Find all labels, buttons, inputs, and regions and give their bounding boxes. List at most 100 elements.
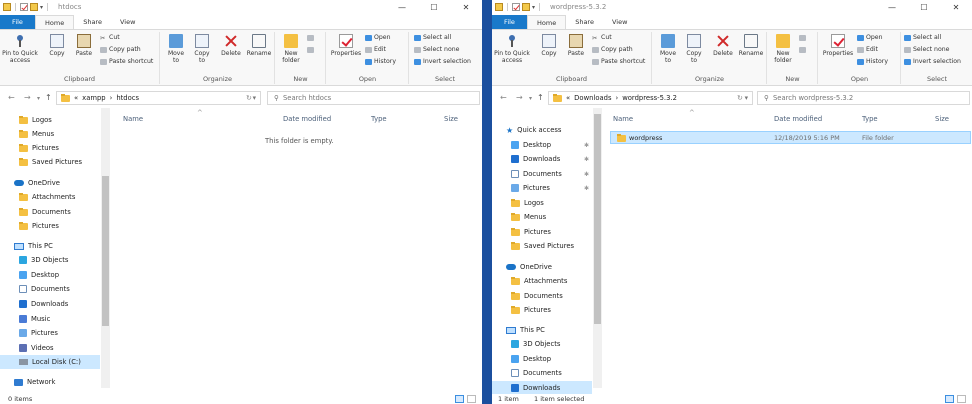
cut-button[interactable]: ✂ Cut [592, 34, 612, 42]
properties-qat-icon[interactable] [20, 3, 28, 11]
copy-button[interactable]: Copy [46, 34, 68, 57]
nav-item-onedrive[interactable]: OneDrive [0, 176, 100, 190]
nav-item-this-pc[interactable]: This PC [492, 323, 592, 337]
breadcrumb-separator[interactable]: › [616, 94, 619, 102]
nav-item-onedrive[interactable]: OneDrive [492, 260, 592, 274]
up-arrow-icon[interactable]: ↑ [537, 93, 544, 102]
nav-item-attachments[interactable]: Attachments [492, 274, 592, 288]
file-row[interactable]: wordpress 12/18/2019 5:16 PM File folder [610, 131, 971, 144]
nav-item-3d-objects[interactable]: 3D Objects [0, 253, 100, 267]
breadcrumb-htdocs[interactable]: htdocs [116, 94, 139, 102]
pin-quick-access-button[interactable]: Pin to Quick access [2, 34, 38, 64]
rename-button[interactable]: Rename [737, 34, 765, 57]
qat-dropdown-icon[interactable]: ▾ [532, 4, 535, 11]
paste-shortcut-button[interactable]: Paste shortcut [100, 58, 153, 66]
scrollbar-thumb[interactable] [102, 176, 109, 326]
refresh-icon[interactable]: ↻ [737, 94, 743, 102]
nav-item-onedrive-documents[interactable]: Documents [492, 289, 592, 303]
select-all-button[interactable]: Select all [904, 34, 941, 42]
nav-scrollbar[interactable] [593, 108, 602, 388]
tab-home[interactable]: Home [527, 15, 567, 29]
address-overflow[interactable]: « [74, 94, 78, 102]
details-view-icon[interactable] [945, 395, 954, 403]
nav-item-network[interactable]: Network [0, 375, 100, 389]
nav-item-saved-pictures[interactable]: Saved Pictures [0, 155, 100, 169]
copy-to-button[interactable]: Copy to [683, 34, 705, 64]
delete-button[interactable]: Delete [711, 34, 735, 57]
select-none-button[interactable]: Select none [414, 46, 460, 54]
copy-path-button[interactable]: Copy path [100, 46, 141, 54]
details-view-icon[interactable] [455, 395, 464, 403]
nav-item-documents[interactable]: Documents [0, 205, 100, 219]
breadcrumb-xampp[interactable]: xampp [82, 94, 105, 102]
nav-item-pc-desktop[interactable]: Desktop [492, 352, 592, 366]
column-type[interactable]: Type [371, 115, 387, 123]
forward-arrow-icon[interactable]: → [24, 93, 31, 102]
address-input[interactable]: « xampp › htdocs ▾ [56, 91, 261, 105]
tab-file[interactable]: File [0, 15, 35, 29]
nav-item-pc-pictures[interactable]: Pictures [0, 326, 100, 340]
nav-item-this-pc[interactable]: This PC [0, 239, 100, 253]
qat-dropdown-icon[interactable]: ▾ [40, 4, 43, 11]
copy-button[interactable]: Copy [538, 34, 560, 57]
nav-scrollbar[interactable] [101, 108, 110, 388]
open-button[interactable]: Open [857, 34, 883, 42]
copy-path-button[interactable]: Copy path [592, 46, 633, 54]
select-none-button[interactable]: Select none [904, 46, 950, 54]
move-to-button[interactable]: Move to [657, 34, 679, 64]
up-arrow-icon[interactable]: ↑ [45, 93, 52, 102]
nav-item-pc-documents[interactable]: Documents [0, 282, 100, 296]
maximize-button[interactable]: ☐ [418, 3, 450, 12]
address-overflow[interactable]: « [566, 94, 570, 102]
column-type[interactable]: Type [862, 115, 878, 123]
new-item-button[interactable] [799, 35, 806, 41]
new-folder-button[interactable]: New folder [278, 34, 304, 64]
history-button[interactable]: History [857, 58, 888, 66]
invert-selection-button[interactable]: Invert selection [904, 58, 961, 66]
tab-view[interactable]: View [603, 15, 636, 29]
tab-share[interactable]: Share [74, 15, 111, 29]
tab-share[interactable]: Share [566, 15, 603, 29]
paste-button[interactable]: Paste [72, 34, 96, 57]
cut-button[interactable]: ✂ Cut [100, 34, 120, 42]
new-folder-qat-icon[interactable] [522, 3, 530, 11]
nav-item-menus[interactable]: Menus [0, 127, 100, 141]
nav-item-logos[interactable]: Logos [0, 113, 100, 127]
nav-item-downloads[interactable]: Downloads [0, 297, 100, 311]
edit-button[interactable]: Edit [857, 46, 878, 54]
new-folder-button[interactable]: New folder [770, 34, 796, 64]
nav-item-pc-downloads[interactable]: Downloads [492, 381, 592, 394]
nav-item-saved-pictures[interactable]: Saved Pictures [492, 239, 592, 253]
forward-arrow-icon[interactable]: → [516, 93, 523, 102]
back-arrow-icon[interactable]: ← [8, 93, 15, 102]
nav-item-downloads[interactable]: Downloads ✱ [492, 152, 592, 166]
column-name[interactable]: Name [613, 115, 633, 123]
nav-item-folder-pictures[interactable]: Pictures [492, 225, 592, 239]
paste-button[interactable]: Paste [564, 34, 588, 57]
paste-shortcut-button[interactable]: Paste shortcut [592, 58, 645, 66]
nav-item-pictures[interactable]: Pictures ✱ [492, 181, 592, 195]
nav-item-onedrive-pictures[interactable]: Pictures [492, 303, 592, 317]
recent-dropdown-icon[interactable]: ▾ [37, 95, 40, 102]
breadcrumb-separator[interactable]: › [110, 94, 113, 102]
minimize-button[interactable]: — [876, 3, 908, 12]
recent-dropdown-icon[interactable]: ▾ [529, 95, 532, 102]
nav-item-attachments[interactable]: Attachments [0, 190, 100, 204]
tab-file[interactable]: File [492, 15, 527, 29]
invert-selection-button[interactable]: Invert selection [414, 58, 471, 66]
column-size[interactable]: Size [444, 115, 458, 123]
nav-item-3d-objects[interactable]: 3D Objects [492, 337, 592, 351]
nav-item-documents[interactable]: Documents ✱ [492, 167, 592, 181]
address-dropdown-icon[interactable]: ▾ [253, 94, 256, 102]
nav-item-pictures[interactable]: Pictures [0, 141, 100, 155]
delete-button[interactable]: Delete [219, 34, 243, 57]
history-button[interactable]: History [365, 58, 396, 66]
nav-item-quick-access[interactable]: ★ Quick access [492, 123, 592, 137]
maximize-button[interactable]: ☐ [908, 3, 940, 12]
column-name[interactable]: Name [123, 115, 143, 123]
open-button[interactable]: Open [365, 34, 391, 42]
nav-item-onedrive-pictures[interactable]: Pictures [0, 219, 100, 233]
column-date-modified[interactable]: Date modified [774, 115, 822, 123]
properties-qat-icon[interactable] [512, 3, 520, 11]
properties-button[interactable]: Properties [329, 34, 363, 57]
